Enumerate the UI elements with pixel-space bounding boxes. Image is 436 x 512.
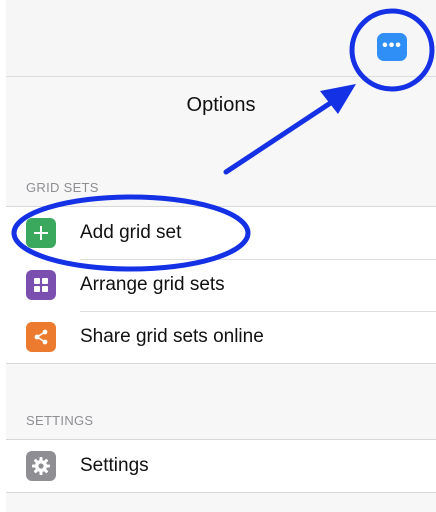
share-grid-sets-label: Share grid sets online (80, 326, 264, 347)
options-panel: ••• Options GRID SETS Add grid set Arran… (6, 0, 436, 512)
add-grid-set-item[interactable]: Add grid set (6, 207, 436, 259)
settings-header: SETTINGS (26, 413, 94, 428)
more-options-button[interactable]: ••• (377, 33, 407, 61)
gear-icon (26, 451, 56, 481)
settings-group: Settings (6, 439, 436, 493)
share-grid-sets-item[interactable]: Share grid sets online (6, 311, 436, 363)
plus-icon (26, 218, 56, 248)
arrange-grid-sets-item[interactable]: Arrange grid sets (6, 259, 436, 311)
options-title: Options (186, 94, 256, 116)
settings-label: Settings (80, 455, 149, 476)
screenshot-frame: ••• Options GRID SETS Add grid set Arran… (0, 0, 436, 512)
ellipsis-icon: ••• (382, 37, 402, 54)
grid-sets-group: Add grid set Arrange grid sets Share gri… (6, 206, 436, 364)
share-icon (26, 322, 56, 352)
add-grid-set-label: Add grid set (80, 222, 182, 243)
grid-sets-header: GRID SETS (26, 180, 99, 195)
top-bar: ••• (6, 0, 436, 77)
grid-icon (26, 270, 56, 300)
arrange-grid-sets-label: Arrange grid sets (80, 274, 225, 295)
settings-item[interactable]: Settings (6, 440, 436, 492)
